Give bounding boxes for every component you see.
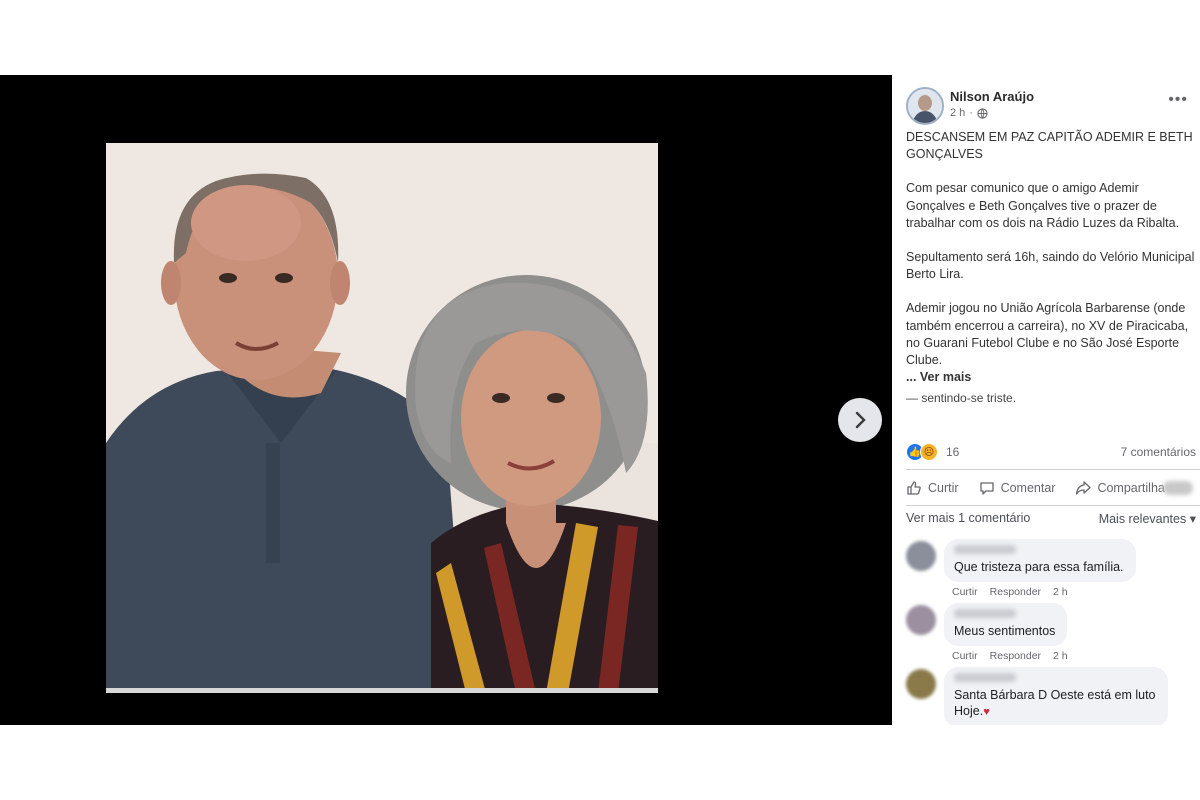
comment-count[interactable]: 7 comentários: [1121, 445, 1196, 459]
reaction-count[interactable]: 16: [946, 445, 959, 459]
comment-text-line-2: Hoje.♥: [954, 704, 990, 718]
post-photo[interactable]: [106, 143, 658, 693]
divider: [906, 505, 1200, 506]
more-dots-icon[interactable]: •••: [1168, 91, 1188, 109]
blurred-text: [1162, 481, 1193, 495]
chevron-right-icon: [855, 411, 866, 429]
reactions-bar: 👍 ☹ 16 7 comentários: [906, 442, 1196, 462]
like-button[interactable]: Curtir: [906, 480, 959, 496]
share-icon: [1076, 481, 1092, 495]
commenter-name-blurred[interactable]: [954, 545, 1016, 554]
commenter-avatar[interactable]: [906, 669, 936, 699]
action-bar: Curtir Comentar Compartilha: [906, 477, 1200, 499]
comment-like-link[interactable]: Curtir: [952, 650, 978, 662]
like-label: Curtir: [928, 481, 959, 495]
comment-item: Santa Bárbara D Oeste está em luto Hoje.…: [906, 667, 1196, 725]
comment-item: Meus sentimentos Curtir Responder 2 h: [906, 603, 1196, 663]
post-header: Nilson Araújo 2 h · •••: [906, 87, 1196, 127]
post-body: DESCANSEM EM PAZ CAPITÃO ADEMIR E BETH G…: [906, 129, 1196, 408]
post-meta: 2 h ·: [950, 107, 988, 119]
comment-item: Que tristeza para essa família. Curtir R…: [906, 539, 1196, 599]
author-avatar[interactable]: [906, 87, 944, 125]
post-side-panel: Nilson Araújo 2 h · ••• DESCANSEM EM PAZ…: [892, 75, 1200, 725]
comment-button[interactable]: Comentar: [979, 480, 1056, 496]
thumbs-up-icon: [907, 481, 921, 495]
comment-bubble: Que tristeza para essa família.: [944, 539, 1136, 582]
post-paragraph-2: Sepultamento será 16h, saindo do Velório…: [906, 250, 1195, 282]
share-label: Compartilha: [1097, 481, 1165, 495]
comment-bubble: Santa Bárbara D Oeste está em luto Hoje.…: [944, 667, 1168, 725]
comment-actions: Curtir Responder 2 h: [952, 650, 1068, 662]
comment-reply-link[interactable]: Responder: [990, 650, 1041, 662]
next-photo-button[interactable]: [838, 398, 882, 442]
feeling-status: — sentindo-se triste.: [906, 391, 1017, 406]
comment-time[interactable]: 2 h: [1053, 586, 1068, 598]
sort-comments-dropdown[interactable]: Mais relevantes ▾: [1099, 511, 1196, 526]
globe-icon: [977, 107, 988, 119]
sad-reaction-icon[interactable]: ☹: [920, 443, 938, 461]
divider: [906, 469, 1200, 470]
comment-text: Que tristeza para essa família.: [954, 560, 1124, 574]
comment-text: Meus sentimentos: [954, 624, 1056, 638]
commenter-avatar[interactable]: [906, 541, 936, 571]
comment-time[interactable]: 2 h: [1053, 650, 1068, 662]
comment-text-line-1: Santa Bárbara D Oeste está em luto: [954, 688, 1156, 702]
see-more-link[interactable]: ... Ver mais: [906, 369, 1196, 386]
commenter-name-blurred[interactable]: [954, 673, 1016, 682]
comment-bubble: Meus sentimentos: [944, 603, 1068, 646]
heart-icon: ♥: [983, 706, 990, 718]
comment-reply-link[interactable]: Responder: [990, 586, 1041, 598]
comment-icon: [979, 482, 994, 495]
post-paragraph-1: Com pesar comunico que o amigo Ademir Go…: [906, 181, 1180, 230]
commenter-avatar[interactable]: [906, 605, 936, 635]
photo-viewer: [0, 75, 892, 725]
couple-photo-illustration: [106, 143, 658, 693]
post-time[interactable]: 2 h: [950, 107, 965, 119]
post-paragraph-3: Ademir jogou no União Agrícola Barbarens…: [906, 301, 1189, 368]
author-name[interactable]: Nilson Araújo: [950, 89, 1034, 104]
avatar-image: [908, 89, 942, 123]
comment-actions: Curtir Responder 2 h: [952, 586, 1068, 598]
sort-caret-icon: ▾: [1189, 512, 1196, 526]
share-button[interactable]: Compartilha: [1075, 480, 1193, 496]
commenter-name-blurred[interactable]: [954, 609, 1016, 618]
view-more-comments-link[interactable]: Ver mais 1 comentário: [906, 511, 1030, 526]
post-headline: DESCANSEM EM PAZ CAPITÃO ADEMIR E BETH G…: [906, 130, 1193, 162]
sort-label: Mais relevantes: [1098, 512, 1187, 526]
comment-label: Comentar: [1000, 481, 1056, 495]
comment-like-link[interactable]: Curtir: [952, 586, 978, 598]
comments-header: Ver mais 1 comentário Mais relevantes ▾: [906, 511, 1196, 526]
